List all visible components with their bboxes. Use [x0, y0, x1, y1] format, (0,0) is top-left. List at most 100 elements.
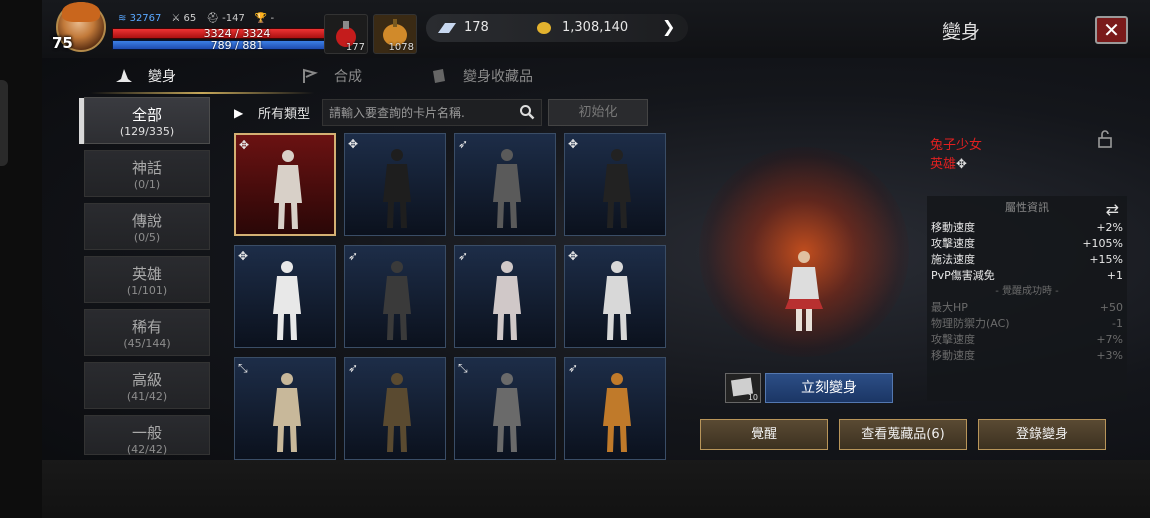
advanced-grade-icon: ⤡ — [238, 361, 248, 375]
left-system-bar — [0, 0, 42, 518]
transform-card[interactable]: ✥ — [234, 133, 336, 236]
swap-arrows-icon[interactable]: ⇄ — [1106, 198, 1119, 222]
attribute-rows: 移動速度 +2% 攻擊速度 +105% 施法速度 +15% PvP傷害減免 +1 — [927, 220, 1127, 284]
category-mythic[interactable]: 神話 (0/1) — [84, 150, 210, 197]
attribute-row: 攻擊速度 +105% — [927, 236, 1127, 252]
tab-synthesis-label: 合成 — [334, 69, 362, 85]
transform-card[interactable]: ➶ — [344, 357, 446, 460]
search-box — [322, 99, 543, 126]
transform-card[interactable]: ⤡ — [234, 357, 336, 460]
attribute-row: 移動速度 +2% — [927, 220, 1127, 236]
attack-stat: ⚔ 65 — [171, 13, 197, 24]
transform-card[interactable]: ➶ — [454, 133, 556, 236]
rare-grade-icon: ➶ — [568, 361, 579, 375]
attribute-key: PvP傷害減免 — [931, 269, 995, 282]
edge-handle[interactable] — [0, 80, 8, 166]
attribute-value: +15% — [1089, 253, 1123, 266]
unlock-icon[interactable] — [1097, 130, 1113, 148]
type-dropdown-triangle-icon[interactable]: ▶ — [234, 106, 248, 120]
category-advanced[interactable]: 高級 (41/42) — [84, 362, 210, 409]
category-name: 神話 — [131, 159, 162, 177]
search-input[interactable] — [323, 100, 509, 125]
tab-transform-label: 變身 — [148, 69, 176, 85]
attribute-value: +50 — [1099, 301, 1123, 314]
player-portrait[interactable]: 75 — [50, 2, 116, 56]
attribute-row: 施法速度 +15% — [927, 252, 1127, 268]
category-count: (1/101) — [126, 284, 168, 297]
transform-card[interactable]: ⤡ — [454, 357, 556, 460]
character-figure — [273, 373, 301, 452]
category-hero[interactable]: 英雄 (1/101) — [84, 256, 210, 303]
red-potion-slot[interactable]: 177 — [324, 14, 368, 54]
category-name: 全部 — [131, 106, 162, 124]
gold-amount: 1,308,140 — [562, 20, 629, 35]
filter-bar: ▶ 所有類型 初始化 — [234, 99, 649, 126]
rare-grade-icon: ➶ — [348, 249, 359, 263]
tab-collection[interactable]: 變身收藏品 — [429, 62, 589, 90]
attribute-row: 物理防禦力(AC) -1 — [927, 316, 1127, 332]
transform-card[interactable]: ✥ — [344, 133, 446, 236]
category-legend[interactable]: 傳說 (0/5) — [84, 203, 210, 250]
character-figure — [493, 149, 521, 228]
transform-now-button[interactable]: 立刻變身 — [765, 373, 893, 403]
diamond-amount: 178 — [464, 20, 489, 35]
awaken-button[interactable]: 覺醒 — [700, 419, 828, 450]
attribute-row: 攻擊速度 +7% — [927, 332, 1127, 348]
character-figure — [493, 261, 521, 340]
transform-ticket-slot[interactable]: 10 — [725, 373, 761, 403]
attribute-row: PvP傷害減免 +1 — [927, 268, 1127, 284]
search-icon[interactable] — [519, 104, 535, 120]
hero-grade-icon: ✥ — [956, 157, 967, 172]
trophy-icon: 🏆 — [254, 13, 268, 24]
gold-potion-slot[interactable]: 1078 — [373, 14, 417, 54]
attribute-key: 攻擊速度 — [931, 333, 975, 346]
attribute-key: 攻擊速度 — [931, 237, 975, 250]
tab-transform[interactable]: 變身 — [90, 62, 314, 94]
character-figure — [383, 373, 411, 452]
close-button[interactable]: ✕ — [1095, 16, 1128, 44]
bottom-area — [42, 460, 1150, 518]
attribute-key: 物理防禦力(AC) — [931, 317, 1010, 330]
red-potion-qty: 177 — [345, 42, 365, 53]
type-filter-label[interactable]: 所有類型 — [258, 103, 310, 122]
hero-grade-icon: ✥ — [568, 137, 579, 151]
tab-synthesis[interactable]: 合成 — [300, 62, 430, 90]
character-figure — [603, 149, 631, 228]
attribute-value: -1 — [1112, 317, 1123, 330]
transform-card[interactable]: ✥ — [564, 133, 666, 236]
category-count: (42/42) — [126, 443, 168, 456]
character-figure — [603, 261, 631, 340]
category-normal[interactable]: 一般 (42/42) — [84, 415, 210, 456]
grade-label: 英雄 — [930, 157, 957, 172]
hero-grade-icon: ✥ — [568, 249, 579, 263]
tab-collection-label: 變身收藏品 — [463, 69, 533, 85]
rare-grade-icon: ➶ — [458, 249, 469, 263]
trophy-stat: 🏆 - — [254, 13, 275, 24]
category-name: 一般 — [131, 424, 162, 442]
rare-grade-icon: ➶ — [348, 361, 359, 375]
reset-button[interactable]: 初始化 — [548, 99, 649, 126]
category-all[interactable]: 全部 (129/335) — [79, 97, 210, 144]
transform-card[interactable]: ➶ — [344, 245, 446, 348]
character-figure — [274, 150, 302, 229]
game-window: 75 ≋ 32767 ⚔ 65 ⛑ -147 🏆 - 3324 / 3324 7… — [42, 0, 1150, 460]
category-rare[interactable]: 稀有 (45/144) — [84, 309, 210, 356]
top-status-bar: 75 ≋ 32767 ⚔ 65 ⛑ -147 🏆 - 3324 / 3324 7… — [42, 0, 1150, 58]
category-count: (0/5) — [133, 231, 161, 244]
currency-expand-arrow-icon[interactable]: ❯ — [662, 17, 675, 36]
rare-grade-icon: ➶ — [458, 137, 469, 151]
register-transform-button[interactable]: 登錄變身 — [978, 419, 1106, 450]
window-title: 變身 — [942, 21, 981, 43]
category-name: 英雄 — [131, 265, 162, 283]
attribute-value: +7% — [1096, 333, 1123, 346]
transform-card[interactable]: ➶ — [564, 357, 666, 460]
gold-potion-qty: 1078 — [388, 42, 414, 53]
transform-card[interactable]: ✥ — [564, 245, 666, 348]
transform-card[interactable]: ➶ — [454, 245, 556, 348]
view-collection-button[interactable]: 查看蒐藏品(6) — [839, 419, 967, 450]
player-stats: ≋ 32767 ⚔ 65 ⛑ -147 🏆 - — [118, 13, 274, 24]
transform-card[interactable]: ✥ — [234, 245, 336, 348]
attribute-header-label: 屬性資訊 — [1005, 201, 1049, 214]
currency-bar[interactable]: 178 1,308,140 — [426, 14, 688, 42]
awaken-rows: 最大HP +50 物理防禦力(AC) -1 攻擊速度 +7% 移動速度 +3% — [927, 300, 1127, 364]
